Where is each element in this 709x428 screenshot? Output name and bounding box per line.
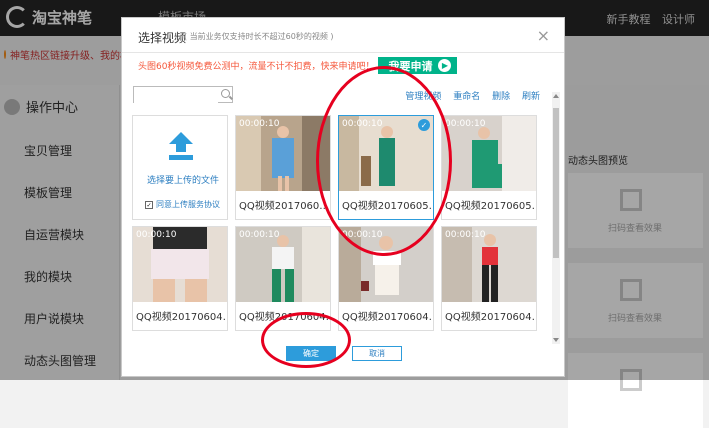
video-duration: 00:00:10 <box>445 230 486 240</box>
scroll-up-arrow-icon[interactable] <box>553 94 559 98</box>
rename-link[interactable]: 重命名 <box>453 92 480 102</box>
promo-text: 头图60秒视频免费公测中，流量不计不扣费，快来申请吧！ <box>138 62 375 72</box>
highlight-ring-confirm <box>261 312 351 368</box>
video-name: QQ视频20170604… <box>342 312 432 323</box>
cancel-button[interactable]: 取消 <box>352 346 402 361</box>
upload-tile[interactable]: 选择要上传的文件 ✓ 同意上传服务协议 <box>132 115 228 220</box>
search-input[interactable] <box>134 88 218 103</box>
delete-link[interactable]: 删除 <box>492 92 510 102</box>
upload-label: 选择要上传的文件 <box>147 176 220 186</box>
video-name: QQ视频20170605… <box>445 201 535 212</box>
video-duration: 00:00:10 <box>445 119 486 129</box>
dialog-title: 选择视频 <box>138 31 187 45</box>
video-duration: 00:00:10 <box>239 119 280 129</box>
upload-icon <box>169 132 193 160</box>
video-duration: 00:00:10 <box>239 230 280 240</box>
search-box <box>133 86 233 103</box>
promo-banner: 头图60秒视频免费公测中，流量不计不扣费，快来申请吧！ 我要申请 ▶ <box>138 57 458 74</box>
video-name: QQ视频20170604… <box>136 312 226 323</box>
video-name: QQ视频20170604… <box>445 312 535 323</box>
dialog-subtitle: ( 当前业务仅支持时长不超过60秒的视频 ) <box>184 32 334 41</box>
video-name: QQ视频2017060… <box>239 201 329 212</box>
video-tile[interactable]: 00:00:10 QQ视频20170604… <box>441 226 537 331</box>
highlight-ring-selected-video <box>316 66 452 256</box>
scroll-down-arrow-icon[interactable] <box>553 338 559 342</box>
refresh-link[interactable]: 刷新 <box>522 92 540 102</box>
checkbox-icon[interactable]: ✓ <box>145 200 153 209</box>
play-arrow-icon: ▶ <box>438 59 452 72</box>
grid-scrollbar[interactable] <box>552 92 560 344</box>
video-duration: 00:00:10 <box>136 230 177 240</box>
close-icon[interactable]: × <box>537 26 550 45</box>
scroll-thumb[interactable] <box>553 108 559 258</box>
agreement-label: 同意上传服务协议 <box>156 200 220 209</box>
dialog-header: 选择视频 ( 当前业务仅支持时长不超过60秒的视频 ) × <box>122 18 564 53</box>
video-tile[interactable]: 00:00:10 QQ视频20170604… <box>132 226 228 331</box>
agreement-checkbox[interactable]: ✓ 同意上传服务协议 <box>145 199 220 210</box>
search-icon[interactable] <box>221 89 230 98</box>
video-tile[interactable]: 00:00:10 QQ视频20170605… <box>441 115 537 220</box>
